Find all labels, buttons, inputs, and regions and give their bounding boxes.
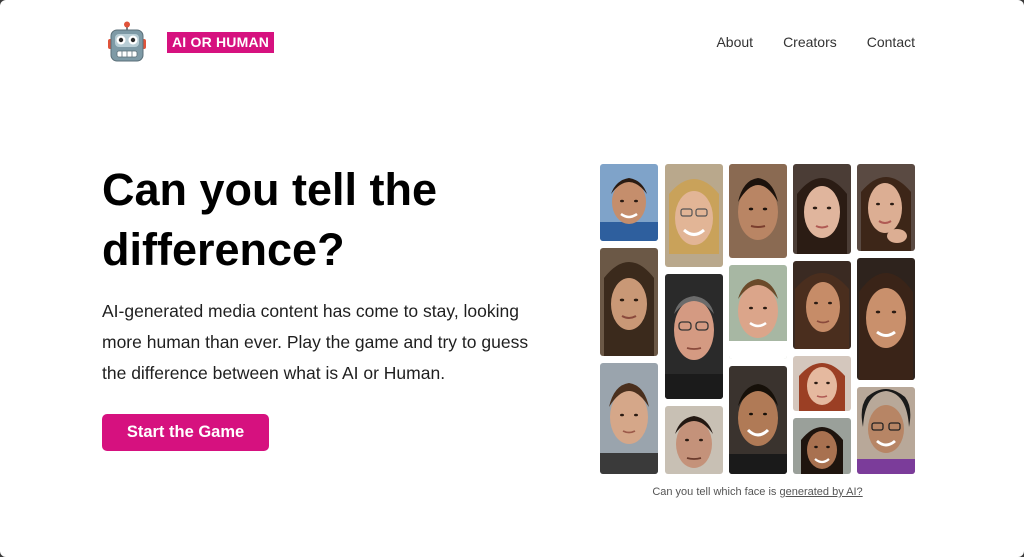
lead-paragraph: AI-generated media content has come to s…: [102, 301, 529, 383]
face-photo[interactable]: [665, 406, 723, 474]
caption-text: Can you tell which face is: [652, 486, 780, 498]
face-photo[interactable]: [600, 248, 658, 356]
face-photo[interactable]: [793, 164, 851, 254]
start-game-button[interactable]: Start the Game: [102, 414, 269, 451]
main-nav: About Creators Contact: [716, 34, 915, 50]
robot-icon[interactable]: [107, 21, 147, 63]
face-photo[interactable]: [857, 387, 915, 474]
nav-about[interactable]: About: [716, 34, 753, 50]
gallery-caption: Can you tell which face is generated by …: [600, 486, 915, 498]
face-photo[interactable]: [600, 164, 658, 241]
page-title: Can you tell the difference?: [102, 164, 438, 275]
face-photo[interactable]: [665, 164, 723, 267]
face-photo[interactable]: [729, 164, 787, 258]
brand-label[interactable]: AI OR HUMAN: [167, 32, 275, 53]
nav-creators[interactable]: Creators: [783, 34, 837, 50]
face-photo[interactable]: [729, 366, 787, 474]
face-photo[interactable]: [793, 356, 851, 411]
face-photo[interactable]: [793, 261, 851, 349]
face-photo[interactable]: [665, 274, 723, 399]
landing-page: AI OR HUMAN About Creators Contact Can y…: [0, 0, 1024, 557]
face-photo[interactable]: [793, 418, 851, 474]
generated-by-ai-link[interactable]: generated by AI?: [779, 486, 862, 498]
face-photo[interactable]: [857, 164, 915, 251]
face-photo[interactable]: [857, 258, 915, 380]
face-photo[interactable]: [729, 265, 787, 359]
face-photo[interactable]: [600, 363, 658, 474]
nav-contact[interactable]: Contact: [867, 34, 915, 50]
